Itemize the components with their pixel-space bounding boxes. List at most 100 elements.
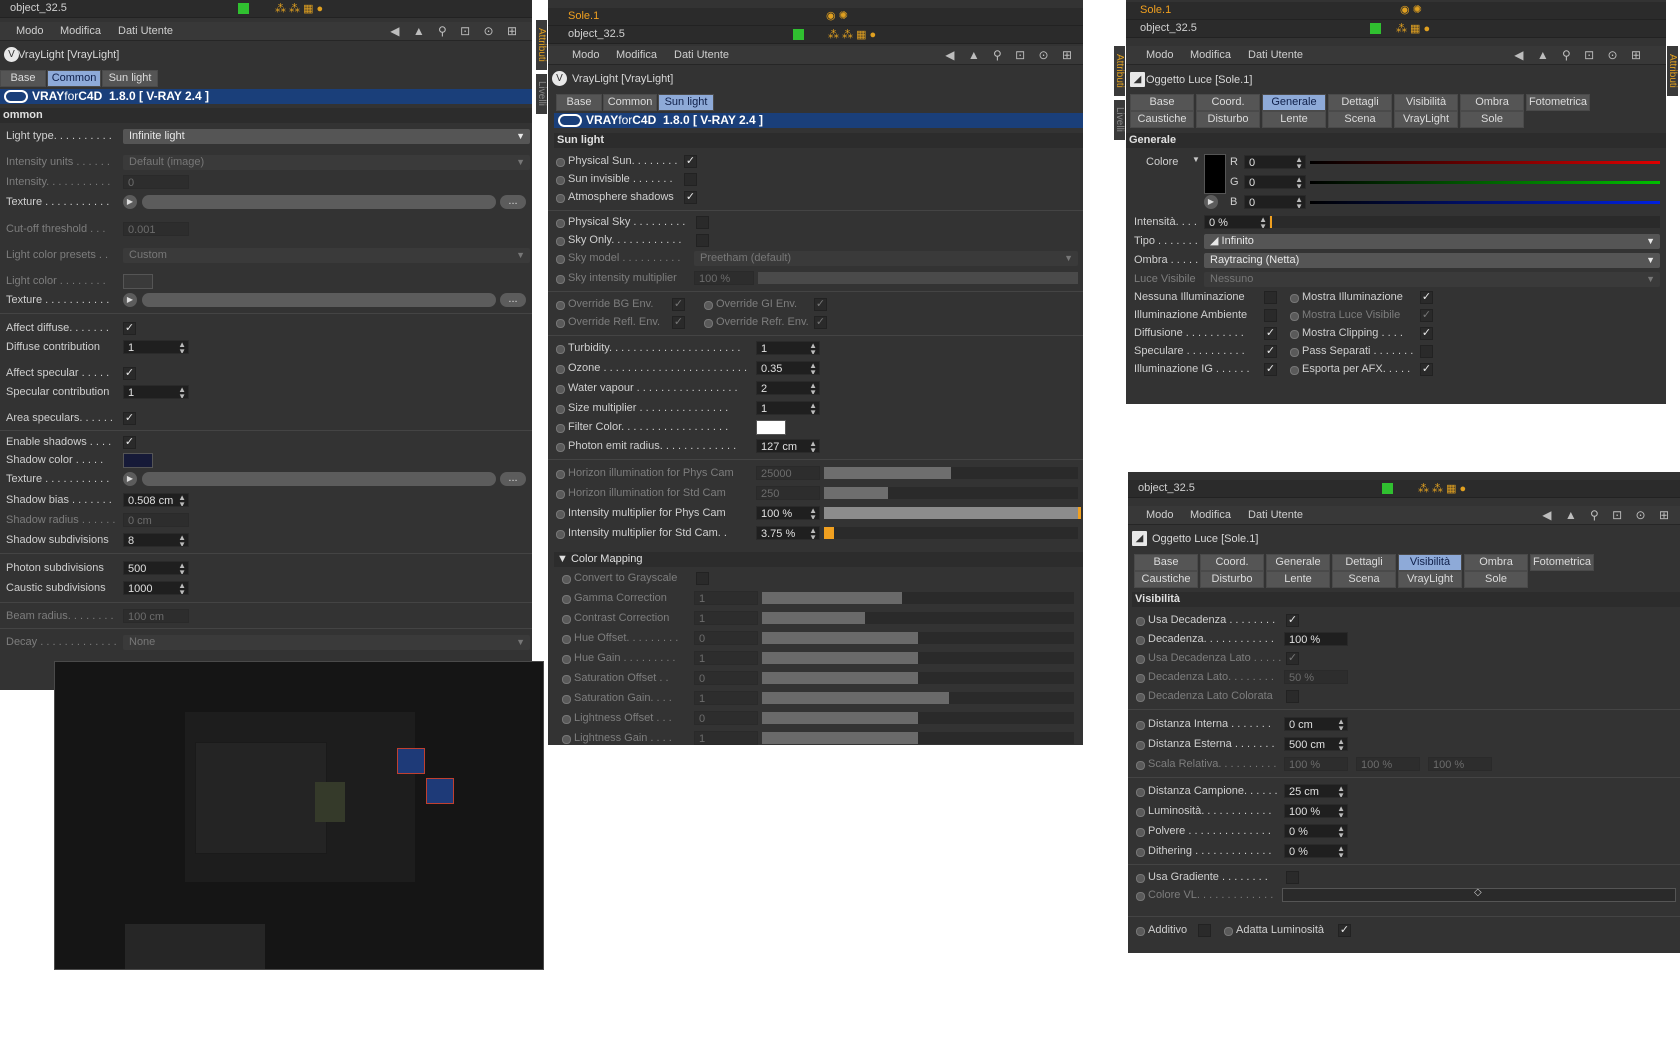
scala-z-field[interactable]: 100 % <box>1428 757 1492 771</box>
anim-dot-icon[interactable] <box>556 275 565 284</box>
tab-common[interactable]: Common <box>603 94 657 111</box>
spinner-icon[interactable]: ▲ ▼ <box>809 382 817 394</box>
anim-dot-icon[interactable] <box>704 319 713 328</box>
anim-dot-icon[interactable] <box>1136 617 1145 626</box>
tab-disturbo[interactable]: Disturbo <box>1196 111 1260 128</box>
int-phys-slider[interactable] <box>824 507 1081 519</box>
lumin-field[interactable]: 100 % ▲ ▼ <box>1284 804 1348 818</box>
object-row[interactable]: object_32.5 ⁂ ⁂ ▦ ● <box>0 0 532 18</box>
anim-dot-icon[interactable] <box>1136 874 1145 883</box>
int-std-slider[interactable] <box>824 527 1078 539</box>
anim-dot-icon[interactable] <box>1136 761 1145 770</box>
sky-mult-field[interactable]: 100 % <box>694 271 754 285</box>
tab-ombra[interactable]: Ombra <box>1460 94 1524 111</box>
decay-dropdown[interactable]: None ▼ <box>123 635 530 650</box>
tab-visibilità[interactable]: Visibilità <box>1394 94 1458 111</box>
vis-checkbox[interactable]: ✓ <box>1286 614 1299 627</box>
tab-vraylight[interactable]: VrayLight <box>1394 111 1458 128</box>
shadow-bias-field[interactable]: 0.508 cm ▲ ▼ <box>123 493 189 507</box>
cm-slider[interactable] <box>762 632 1074 644</box>
light-handle-icon[interactable] <box>397 748 425 774</box>
tab-base[interactable]: Base <box>556 94 602 111</box>
anim-dot-icon[interactable] <box>1290 330 1299 339</box>
checkbox[interactable]: ✓ <box>1420 363 1433 376</box>
anim-dot-icon[interactable] <box>1290 294 1299 303</box>
anim-dot-icon[interactable] <box>556 510 565 519</box>
shadow-color-swatch[interactable] <box>123 453 153 468</box>
filter-color-swatch[interactable] <box>756 420 786 435</box>
anim-dot-icon[interactable] <box>562 695 571 704</box>
vis-field[interactable]: 100 % <box>1284 632 1348 646</box>
menu-dati-utente[interactable]: Dati Utente <box>1248 509 1303 521</box>
vis-checkbox[interactable]: ✓ <box>1286 652 1299 665</box>
tab-generale[interactable]: Generale <box>1266 554 1330 571</box>
light-handle-icon[interactable] <box>426 778 454 804</box>
cm-slider[interactable] <box>762 592 1074 604</box>
intensita-slider[interactable] <box>1270 216 1660 228</box>
menu-dati-utente[interactable]: Dati Utente <box>1248 49 1303 61</box>
tab-visibilità[interactable]: Visibilità <box>1398 554 1462 571</box>
anim-dot-icon[interactable] <box>1136 741 1145 750</box>
cm-field[interactable]: 1 <box>694 591 758 605</box>
anim-dot-icon[interactable] <box>1136 848 1145 857</box>
cm-field[interactable]: 1 <box>694 611 758 625</box>
tab-lente[interactable]: Lente <box>1262 111 1326 128</box>
section-color-mapping[interactable]: ▼ Color Mapping <box>554 552 1083 567</box>
affect-diffuse-checkbox[interactable]: ✓ <box>123 322 136 335</box>
anim-dot-icon[interactable] <box>556 319 565 328</box>
play-icon[interactable]: ▶ <box>1204 195 1218 209</box>
specular-contrib-field[interactable]: 1 ▲ ▼ <box>123 385 189 399</box>
spinner-icon[interactable]: ▲ ▼ <box>809 440 817 452</box>
size-mult-field[interactable]: 1 ▲ ▼ <box>756 401 820 415</box>
anim-dot-icon[interactable] <box>562 595 571 604</box>
light-type-dropdown[interactable]: Infinite light ▼ <box>123 129 530 144</box>
side-tab-attributi[interactable]: Attributi <box>536 20 547 70</box>
anim-dot-icon[interactable] <box>1290 366 1299 375</box>
anim-dot-icon[interactable] <box>556 345 565 354</box>
menu-modifica[interactable]: Modifica <box>60 25 101 37</box>
water-vapour-field[interactable]: 2 ▲ ▼ <box>756 381 820 395</box>
anim-dot-icon[interactable] <box>704 301 713 310</box>
anim-dot-icon[interactable] <box>1136 721 1145 730</box>
object-row[interactable]: object_32.5 ⁂ ⁂ ▦ ● <box>1128 480 1680 498</box>
tab-caustiche[interactable]: Caustiche <box>1134 571 1198 588</box>
tab-sun-light[interactable]: Sun light <box>658 94 714 111</box>
tab-disturbo[interactable]: Disturbo <box>1200 571 1264 588</box>
viewport-render[interactable] <box>54 661 544 970</box>
spinner-icon[interactable]: ▲ ▼ <box>178 582 186 594</box>
r-field[interactable]: 0 ▲ ▼ <box>1244 155 1306 169</box>
nav-icons[interactable]: ◀ ▲ ⚲ ⊡ ⊙ ⊞ <box>1542 508 1674 522</box>
dist-int-field[interactable]: 0 cm ▲ ▼ <box>1284 717 1348 731</box>
cm-field[interactable]: 0 <box>694 631 758 645</box>
texture-bar[interactable] <box>142 293 496 307</box>
photon-subdiv-field[interactable]: 500 ▲ ▼ <box>123 561 189 575</box>
side-tab-livelli[interactable]: Livelli <box>1114 100 1125 140</box>
nav-icons[interactable]: ◀ ▲ ⚲ ⊡ ⊙ ⊞ <box>1514 48 1646 62</box>
tab-coord-[interactable]: Coord. <box>1200 554 1264 571</box>
play-icon[interactable]: ▶ <box>123 195 137 209</box>
cm-field[interactable]: 0 <box>694 671 758 685</box>
override-bg-checkbox[interactable]: ✓ <box>672 298 685 311</box>
anim-dot-icon[interactable] <box>1136 674 1145 683</box>
anim-dot-icon[interactable] <box>562 635 571 644</box>
anim-dot-icon[interactable] <box>556 237 565 246</box>
dist-camp-field[interactable]: 25 cm ▲ ▼ <box>1284 784 1348 798</box>
cm-slider[interactable] <box>762 672 1074 684</box>
checkbox[interactable]: ✓ <box>1420 327 1433 340</box>
beam-radius-field[interactable]: 100 cm <box>123 609 189 623</box>
spinner-icon[interactable]: ▲ ▼ <box>809 342 817 354</box>
checkbox[interactable] <box>1264 309 1277 322</box>
nav-icons[interactable]: ◀ ▲ ⚲ ⊡ ⊙ ⊞ <box>390 24 522 38</box>
spinner-icon[interactable]: ▲ ▼ <box>178 534 186 546</box>
texture-more-button[interactable]: ... <box>500 472 526 486</box>
shadow-subdiv-field[interactable]: 8 ▲ ▼ <box>123 533 189 547</box>
object-row[interactable]: object_32.5 ⁂ ⁂ ▦ ● <box>548 26 1083 44</box>
checkbox[interactable]: ✓ <box>1420 309 1433 322</box>
anim-dot-icon[interactable] <box>562 655 571 664</box>
anim-dot-icon[interactable] <box>1290 348 1299 357</box>
adatta-checkbox[interactable]: ✓ <box>1338 924 1351 937</box>
spinner-icon[interactable]: ▲ ▼ <box>1259 216 1267 228</box>
texture-bar[interactable] <box>142 195 496 209</box>
horizon-phys-slider[interactable] <box>824 467 1078 479</box>
play-icon[interactable]: ▶ <box>123 472 137 486</box>
